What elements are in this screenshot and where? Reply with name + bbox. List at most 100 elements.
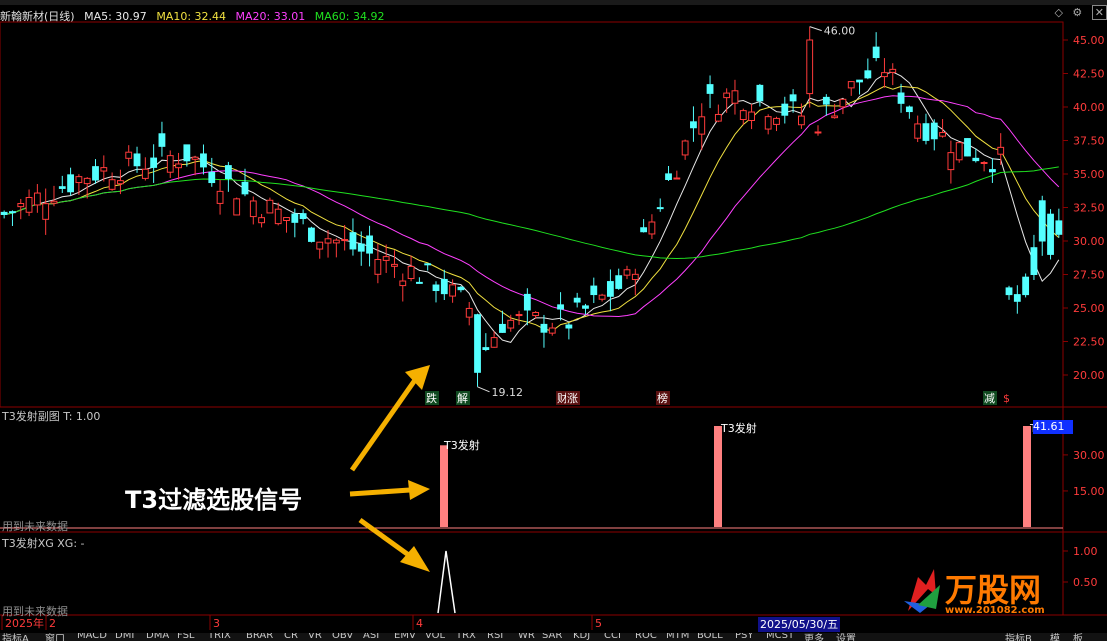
candle-down (241, 181, 249, 195)
indicator-tab[interactable]: TRIX (208, 633, 231, 641)
price-tick-label: 40.00 (1073, 101, 1105, 114)
candle-up (698, 116, 706, 135)
high-pointer (809, 26, 822, 32)
indicator-tab[interactable]: BOLL (697, 633, 723, 641)
indicator-tab[interactable]: CR (284, 633, 298, 641)
candle-up (50, 200, 58, 204)
candle-down (656, 207, 664, 210)
sub1-tick-label: 15.00 (1073, 485, 1105, 498)
candle-down (930, 122, 938, 140)
candle-up (648, 221, 656, 235)
candle-up (75, 176, 83, 184)
callout-arrows (349, 365, 430, 572)
candle-up (341, 239, 349, 242)
kline-chart[interactable]: 45.00 42.50 40.00 37.50 35.00 32.50 30.00 27.50… (0, 0, 1107, 641)
logo-text: 万股网 (945, 571, 1041, 609)
indicator-tab-right[interactable]: 指标B (1005, 633, 1032, 641)
indicator-tab[interactable]: KDJ (573, 633, 590, 641)
candle-up (748, 111, 755, 122)
candle-down (557, 304, 564, 310)
candle-down (856, 79, 863, 83)
candle-up (391, 263, 398, 267)
time-axis: 2025年 2 3 4 5 (1, 615, 602, 630)
candle-down (158, 133, 166, 147)
candle-up (316, 241, 324, 250)
candle-up (274, 208, 282, 225)
candlesticks (0, 26, 1063, 387)
indicator-tab-right[interactable]: 模 (1050, 633, 1060, 641)
indicator-tab[interactable]: WR (518, 633, 535, 641)
candle-up (382, 256, 390, 261)
candle-down (972, 157, 980, 162)
candle-up (25, 196, 33, 213)
price-frame (0, 21, 1064, 408)
candle-down (1047, 213, 1054, 255)
candle-down (615, 275, 623, 289)
candle-up (249, 200, 257, 218)
arrow-to-sub2 (358, 517, 412, 559)
indicator-tab[interactable]: FSL (177, 633, 195, 641)
indicator-tab[interactable]: 设置 (836, 633, 856, 641)
indicator-tab[interactable]: 指标A (2, 633, 29, 641)
indicator-tab[interactable]: PSY (735, 633, 754, 641)
site-logo: 万股网 www.201082.com (904, 569, 1045, 615)
candle-down (0, 211, 8, 215)
indicator-tab[interactable]: BRAR (246, 633, 273, 641)
sub2-warning: 用到未来数据 (2, 605, 68, 618)
indicator-tab[interactable]: VOL (425, 633, 445, 641)
candle-up (507, 319, 515, 329)
candle-up (914, 123, 922, 139)
candle-up (881, 72, 888, 78)
candle-up (449, 284, 457, 297)
candle-up (399, 280, 407, 287)
indicator-tab[interactable]: SAR (542, 633, 562, 641)
candle-up (947, 152, 955, 171)
candle-down (822, 96, 830, 105)
candle-up (166, 155, 174, 173)
indicator-tab[interactable]: OBV (332, 633, 353, 641)
indicator-tab[interactable]: DMA (146, 633, 169, 641)
xg-signal-spike (437, 550, 456, 614)
candle-up (681, 140, 689, 156)
candle-down (864, 70, 872, 79)
indicator-tab[interactable]: EMV (394, 633, 416, 641)
indicator-tab[interactable]: 窗口 (45, 633, 65, 641)
high-mark: 46.00 (824, 25, 856, 38)
candle-up (814, 131, 822, 134)
candle-up (673, 177, 681, 180)
candle-up (266, 199, 274, 214)
indicator-tab[interactable]: MCST (766, 633, 794, 641)
indicator-tab-right[interactable]: 板 (1073, 633, 1083, 641)
candle-up (283, 217, 290, 222)
price-tick-label: 35.00 (1073, 168, 1105, 181)
candle-up (939, 132, 946, 137)
candle-up (125, 151, 133, 159)
arrow-to-sub1 (349, 487, 411, 497)
candle-down (989, 169, 996, 173)
candle-up (407, 265, 415, 280)
candle-up (831, 115, 839, 119)
indicator-tab[interactable]: RSI (487, 633, 503, 641)
indicator-tab[interactable]: CCI (604, 633, 621, 641)
event-label: 跌 (426, 391, 437, 405)
cursor-date: 2025/05/30/五 (758, 617, 841, 632)
indicator-tab[interactable]: 更多 (804, 633, 824, 641)
sub1-warning: 用到未来数据 (2, 520, 68, 533)
indicator-tab[interactable]: VR (308, 633, 322, 641)
indicator-tab[interactable]: TRX (456, 633, 476, 641)
candle-down (440, 278, 448, 295)
candle-down (67, 174, 74, 193)
candle-up (764, 116, 772, 130)
indicator-tab[interactable]: ROC (635, 633, 657, 641)
sub1-label: T3发射副图 T: 1.00 (2, 410, 101, 423)
callout-text: T3过滤选股信号 (125, 486, 303, 514)
candle-up (773, 117, 780, 125)
event-label: 榜 (657, 391, 668, 405)
indicator-tab[interactable]: DMI (115, 633, 134, 641)
indicator-tab[interactable]: MTM (666, 633, 689, 641)
candle-down (1038, 200, 1046, 242)
candle-down (573, 297, 581, 303)
indicator-tab[interactable]: ASI (363, 633, 379, 641)
indicator-tab[interactable]: MACD (77, 633, 107, 641)
candle-up (623, 269, 631, 276)
